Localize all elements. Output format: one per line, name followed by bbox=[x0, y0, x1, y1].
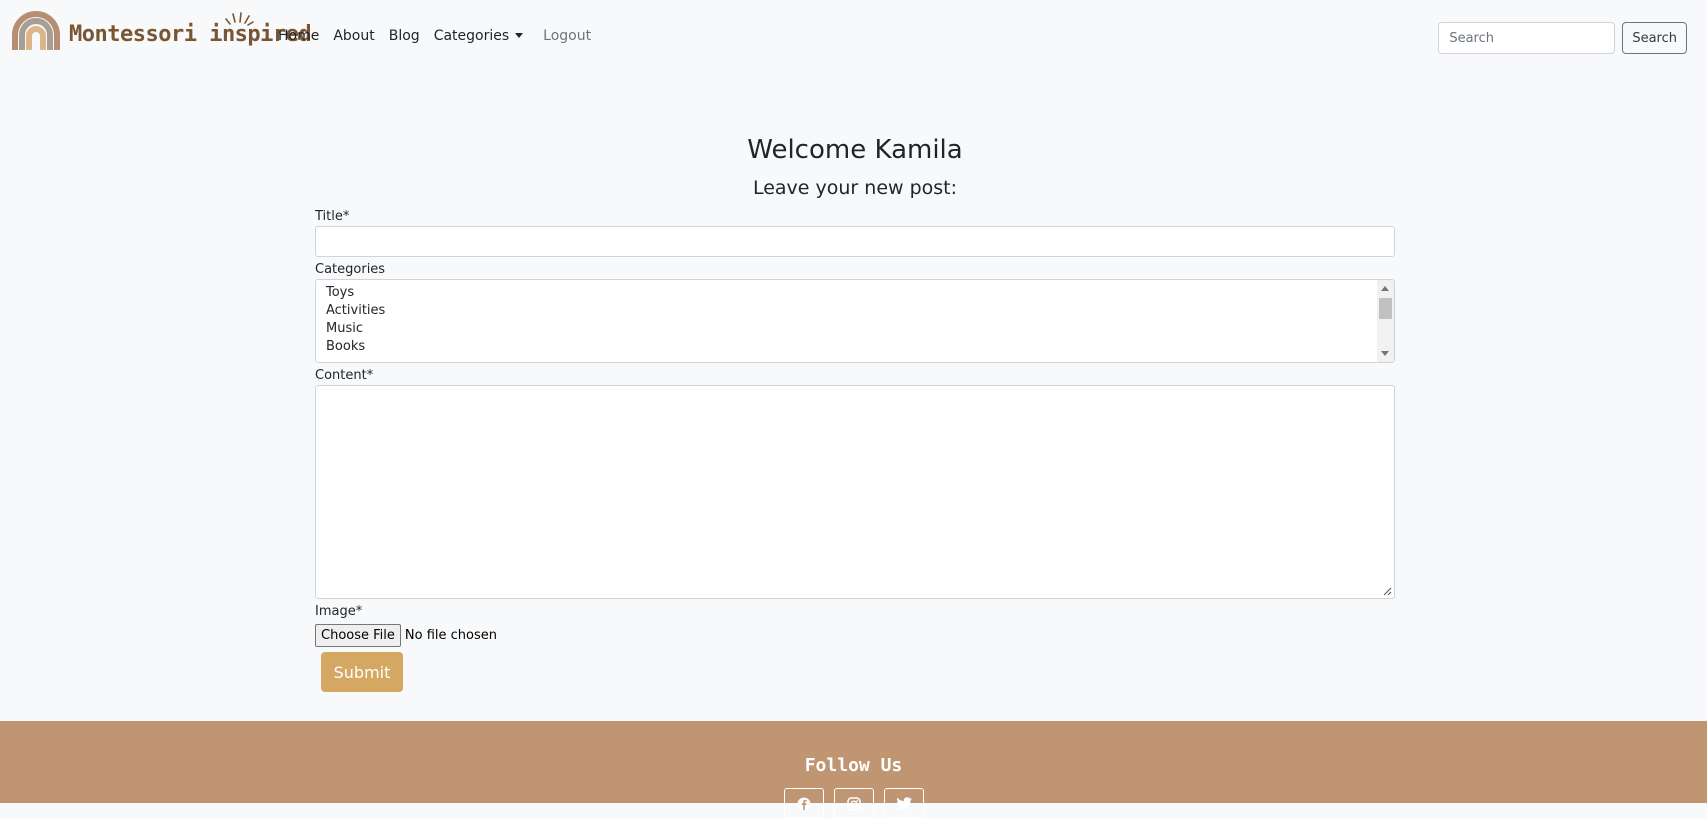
category-option[interactable]: Books bbox=[326, 338, 1384, 356]
search-button[interactable]: Search bbox=[1622, 22, 1687, 54]
title-input[interactable] bbox=[315, 226, 1395, 257]
footer: Follow Us bbox=[0, 721, 1707, 818]
sun-rays-icon bbox=[225, 12, 254, 26]
file-status: No file chosen bbox=[404, 627, 497, 643]
categories-select[interactable]: Toys Activities Music Books bbox=[315, 279, 1395, 363]
nav-dropdown-categories[interactable]: Categories bbox=[433, 28, 524, 44]
content-label: Content* bbox=[315, 368, 374, 383]
scroll-up-icon[interactable] bbox=[1381, 286, 1389, 291]
search-input[interactable] bbox=[1438, 22, 1616, 54]
instagram-link[interactable] bbox=[834, 788, 874, 818]
nav-links: Home About Blog Categories Logout bbox=[278, 28, 605, 44]
category-option[interactable]: Music bbox=[326, 320, 1384, 338]
scroll-thumb[interactable] bbox=[1379, 298, 1392, 319]
facebook-icon bbox=[797, 797, 811, 811]
image-file-input: Choose File No file chosen bbox=[315, 623, 1395, 647]
twitter-link[interactable] bbox=[884, 788, 924, 818]
nav-link-about[interactable]: About bbox=[333, 28, 374, 44]
image-label: Image* bbox=[315, 604, 363, 619]
categories-label: Categories bbox=[315, 262, 386, 277]
nav-dropdown-label: Categories bbox=[433, 28, 510, 44]
submit-button[interactable]: Submit bbox=[321, 652, 403, 692]
search-form: Search bbox=[1438, 22, 1687, 54]
nav-link-blog[interactable]: Blog bbox=[389, 28, 420, 44]
nav-link-home[interactable]: Home bbox=[278, 28, 319, 44]
caret-down-icon bbox=[515, 32, 524, 38]
brand-link[interactable]: Montessori inspired bbox=[11, 10, 312, 50]
page-subtitle: Leave your new post: bbox=[752, 177, 958, 199]
brand-name: Montessori inspired bbox=[69, 21, 312, 47]
content-textarea[interactable] bbox=[315, 385, 1395, 599]
page-title: Welcome Kamila bbox=[747, 135, 963, 165]
facebook-link[interactable] bbox=[784, 788, 824, 818]
categories-scrollbar[interactable] bbox=[1377, 280, 1394, 362]
title-label: Title* bbox=[315, 209, 350, 224]
navbar: Montessori inspired Home About Blog Cate… bbox=[0, 0, 1707, 78]
category-option[interactable]: Activities bbox=[326, 302, 1384, 320]
nav-link-logout[interactable]: Logout bbox=[543, 28, 591, 44]
footer-title: Follow Us bbox=[804, 755, 903, 776]
rainbow-icon bbox=[12, 11, 60, 50]
scroll-down-icon[interactable] bbox=[1381, 351, 1389, 356]
post-form: Welcome Kamila Leave your new post: Titl… bbox=[315, 128, 1395, 692]
category-option[interactable]: Toys bbox=[326, 284, 1384, 302]
choose-file-button[interactable]: Choose File bbox=[315, 623, 401, 647]
social-links bbox=[784, 788, 924, 818]
instagram-icon bbox=[847, 797, 861, 811]
twitter-icon bbox=[896, 797, 912, 810]
resize-grip-icon[interactable] bbox=[1383, 587, 1392, 596]
